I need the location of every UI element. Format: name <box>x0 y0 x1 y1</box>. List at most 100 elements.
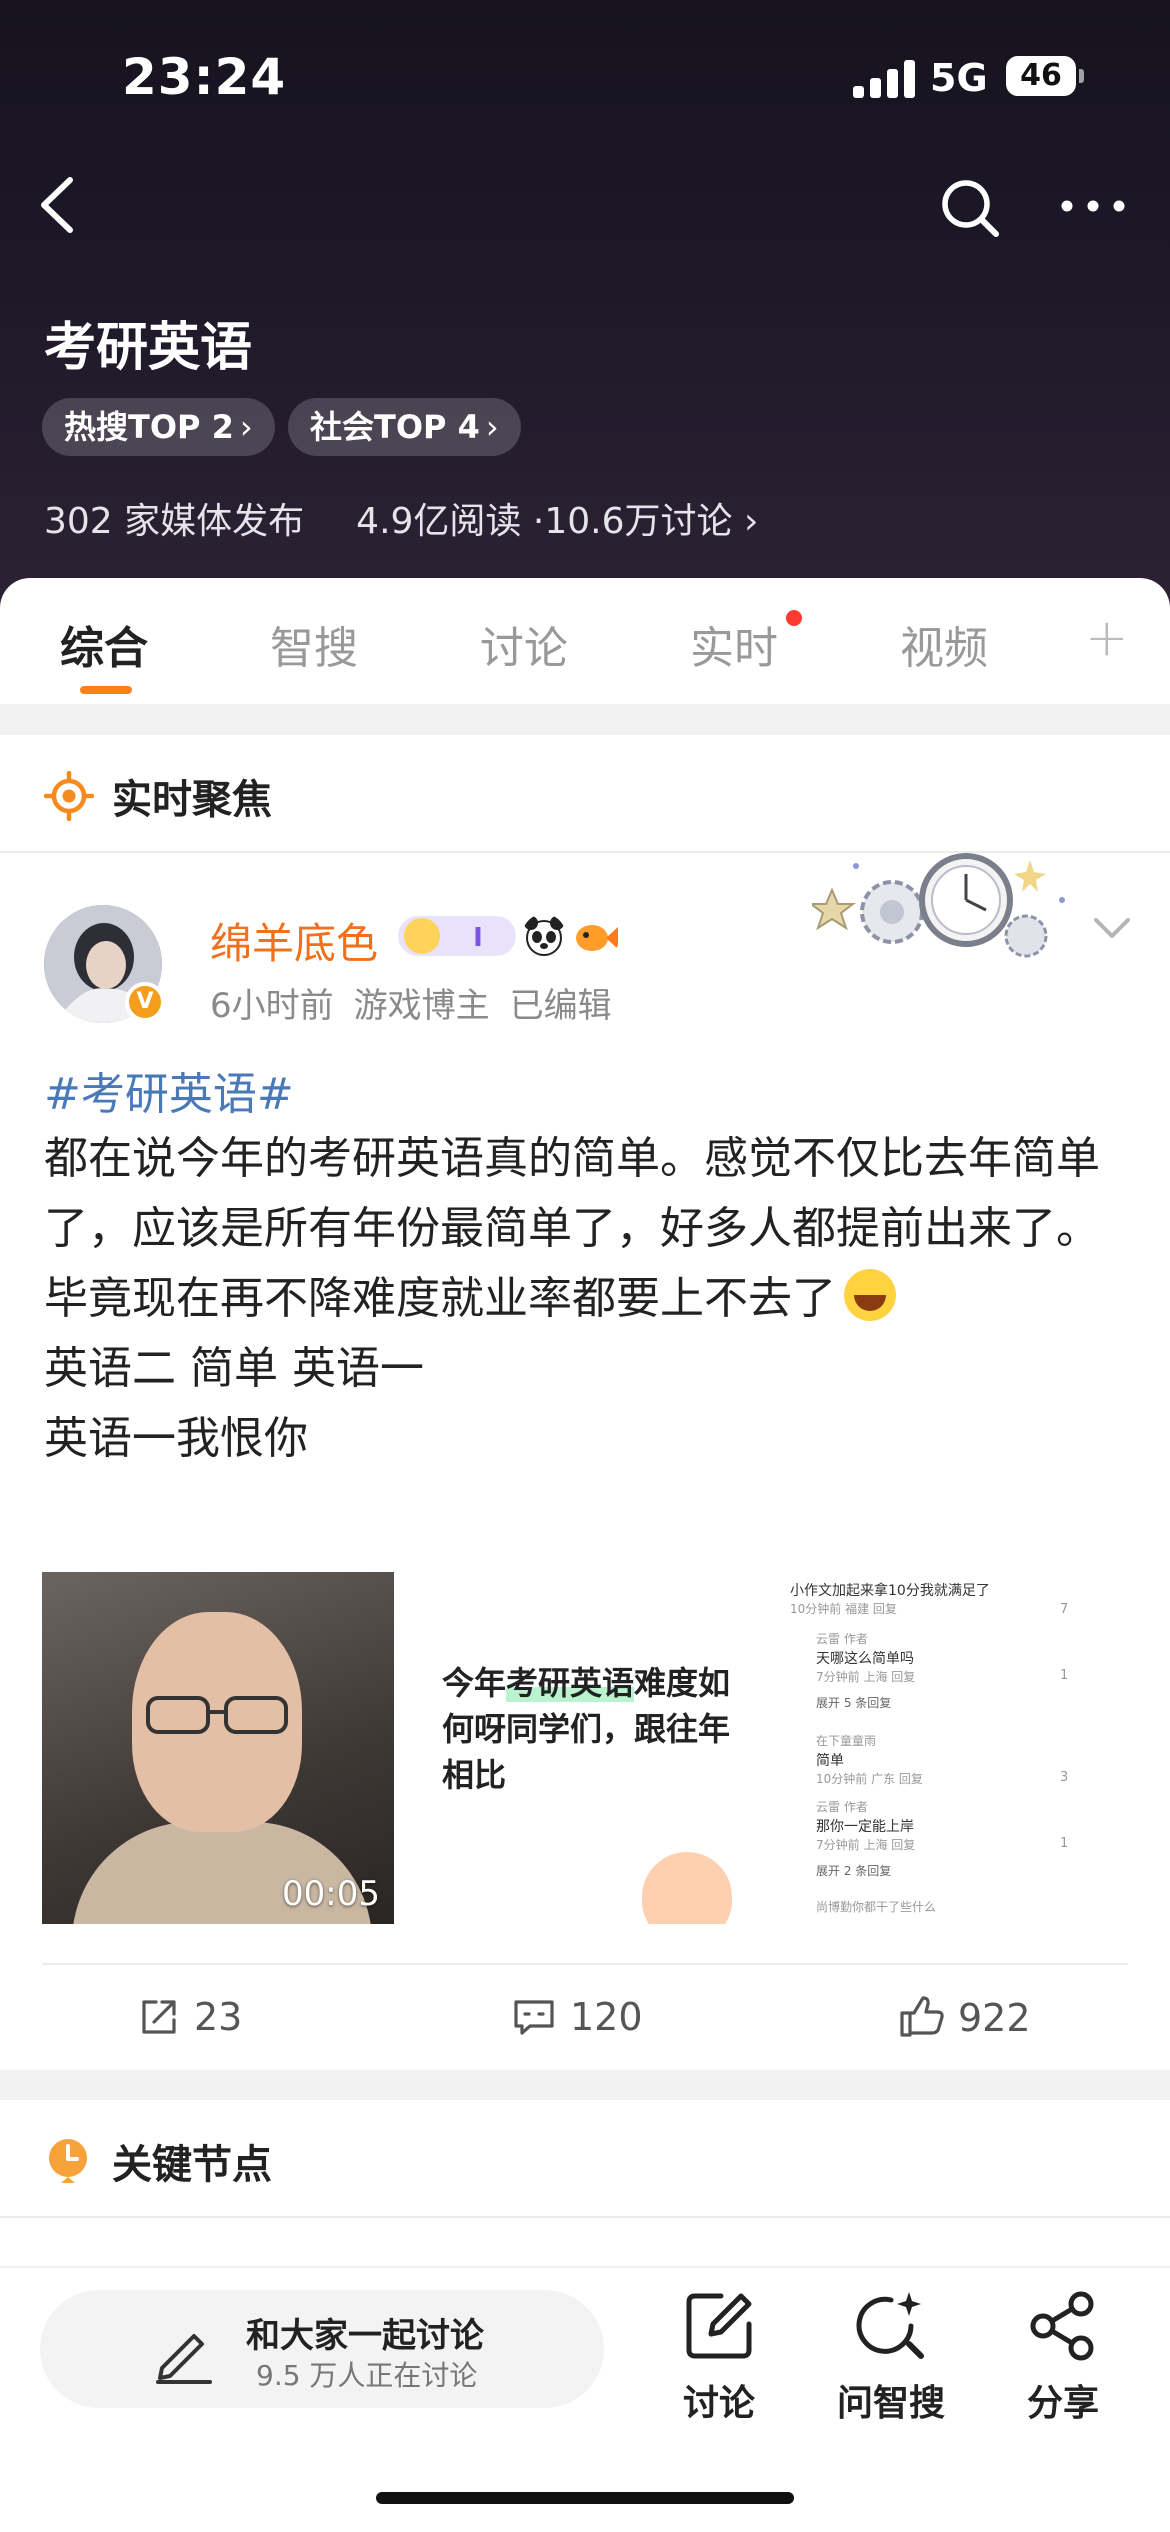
image-caption: 今年考研英语难度如何呀同学们，跟往年相比 <box>442 1660 742 1798</box>
repost-icon <box>142 2000 176 2034</box>
image-thumbnail-text[interactable]: 今年考研英语难度如何呀同学们，跟往年相比 <box>406 1572 758 1924</box>
topic-title: 考研英语 <box>44 318 253 378</box>
image-thumbnail-comments[interactable]: 小作文加起来拿10分我就满足了 10分钟前 福建 回复 云雷 作者 天哪这么简单… <box>770 1572 1128 1924</box>
mascot-icon <box>642 1852 732 1924</box>
signal-icon <box>853 60 915 98</box>
share-button[interactable]: 分享 <box>988 2288 1138 2426</box>
post-body: 都在说今年的考研英语真的简单。感觉不仅比去年简单了，应该是所有年份最简单了，好多… <box>44 1124 1134 1474</box>
comment-author: 在下童童雨 <box>816 1734 877 1748</box>
verified-badge: V <box>125 982 165 1022</box>
share-label: 分享 <box>1026 2383 1099 2424</box>
tab-comprehensive[interactable]: 综合 <box>60 612 148 676</box>
edited-label: 已编辑 <box>509 986 612 1026</box>
comment-icon <box>514 2000 554 2035</box>
comment-text: 小作文加起来拿10分我就满足了 <box>790 1583 990 1599</box>
comment-text: 简单 <box>816 1753 844 1769</box>
expand-replies: 展开 2 条回复 <box>816 1864 892 1878</box>
discuss-label: 讨论 <box>682 2383 755 2424</box>
add-tab-button[interactable]: + <box>1085 608 1129 668</box>
repost-button[interactable]: 23 <box>138 1995 242 2039</box>
comment-text: 那你一定能上岸 <box>816 1819 914 1835</box>
tab-discussion[interactable]: 讨论 <box>480 612 568 676</box>
chevron-left-icon <box>41 177 73 233</box>
tab-bar: 综合 智搜 讨论 实时 视频 + <box>0 578 1170 704</box>
home-indicator <box>376 2492 794 2504</box>
focus-target-icon <box>44 771 94 821</box>
expand-replies: 展开 5 条回复 <box>816 1696 892 1710</box>
video-thumbnail[interactable]: 00:05 <box>42 1572 394 1924</box>
society-rank-chip[interactable]: 社会TOP 4 › <box>288 398 521 456</box>
battery-icon: 46 <box>1006 56 1084 96</box>
chip-label: 热搜TOP 2 <box>64 408 234 446</box>
smart-search-icon <box>856 2292 924 2359</box>
comment-text: 天哪这么简单吗 <box>816 1651 914 1667</box>
active-tab-indicator <box>80 686 132 694</box>
search-icon <box>942 180 999 237</box>
panda-icon <box>524 916 564 956</box>
member-badge-icon: I <box>398 916 516 956</box>
section-title: 实时聚焦 <box>112 777 272 823</box>
image-caption-part: 今年 <box>442 1664 507 1702</box>
comment-count: 120 <box>570 1995 643 2039</box>
chip-label: 社会TOP 4 <box>310 408 480 446</box>
hot-search-chip[interactable]: 热搜TOP 2 › <box>42 398 275 456</box>
post-paragraph: 毕竟现在再不降难度就业率都要上不去了 <box>44 1264 1134 1334</box>
topic-stats[interactable]: 302 家媒体发布 4.9亿阅读 ·10.6万讨论 › <box>44 492 758 544</box>
chevron-right-icon: › <box>485 408 499 446</box>
search-button[interactable] <box>936 174 1006 244</box>
image-caption-highlight: 考研英语 <box>506 1664 635 1702</box>
discuss-input-button[interactable]: 和大家一起讨论 9.5 万人正在讨论 <box>40 2290 604 2408</box>
discuss-button[interactable]: 讨论 <box>644 2288 794 2426</box>
tab-realtime[interactable]: 实时 <box>690 612 778 676</box>
post-time: 6小时前 <box>210 986 334 1026</box>
share-icon <box>1030 2291 1094 2361</box>
edit-square-icon <box>686 2293 752 2359</box>
post-paragraph: 英语二 简单 英语一 <box>44 1343 424 1394</box>
thumbs-up-icon <box>900 1996 944 2037</box>
username[interactable]: 绵羊底色 <box>210 910 378 971</box>
read-count: 4.9亿阅读 <box>356 501 522 542</box>
post-meta: 6小时前 游戏博主 已编辑 <box>210 978 632 1027</box>
section-header: 关键节点 <box>0 2100 1170 2218</box>
post-hashtag[interactable]: #考研英语# <box>44 1058 294 1122</box>
ask-smart-search-button[interactable]: 问智搜 <box>816 2288 966 2426</box>
like-count: 922 <box>958 1996 1031 2040</box>
fish-icon <box>576 925 618 951</box>
comment-meta: 7分钟前 上海 回复 <box>816 1838 916 1852</box>
post-paragraph: 英语一我恨你 <box>44 1413 308 1464</box>
comment-like-count: 1 <box>1060 1836 1069 1851</box>
more-dots-icon <box>1061 200 1125 212</box>
comment-like-count: 1 <box>1060 1668 1069 1683</box>
repost-count: 23 <box>194 1995 243 2039</box>
author-role: 游戏博主 <box>353 986 490 1026</box>
svg-text:I: I <box>473 923 483 953</box>
tab-video[interactable]: 视频 <box>900 612 988 676</box>
chevron-down-icon[interactable] <box>1090 908 1134 948</box>
more-button[interactable] <box>1058 196 1128 216</box>
laughing-emoji-icon <box>844 1269 896 1321</box>
tab-smart-search[interactable]: 智搜 <box>270 612 358 676</box>
notification-dot <box>786 610 802 626</box>
video-duration: 00:05 <box>282 1874 380 1914</box>
discuss-title: 和大家一起讨论 <box>246 2316 484 2356</box>
like-button[interactable]: 922 <box>898 1995 1031 2040</box>
status-time: 23:24 <box>122 48 287 106</box>
ask-smart-search-label: 问智搜 <box>836 2383 945 2424</box>
comment-button[interactable]: 120 <box>512 1995 643 2039</box>
comment-text: 尚博勤你都干了些什么 <box>816 1900 937 1914</box>
topic-header: 23:24 5G 46 考研英语 热搜TOP 2 › 社会TOP 4 › 302 家… <box>0 0 1170 610</box>
comment-author: 云雷 作者 <box>816 1800 868 1814</box>
section-header: 实时聚焦 <box>0 735 1170 853</box>
clockwork-decoration-icon <box>812 853 1065 958</box>
clock-icon <box>49 2139 87 2183</box>
chevron-right-icon: › <box>743 501 759 542</box>
glasses-shape <box>146 1696 288 1734</box>
back-button[interactable] <box>30 170 90 240</box>
media-count: 302 家媒体发布 <box>44 501 305 542</box>
status-bar: 23:24 5G 46 <box>0 0 1170 150</box>
post-sentence: 毕竟现在再不降难度就业率都要上不去了 <box>44 1273 836 1324</box>
section-title: 关键节点 <box>112 2142 272 2188</box>
battery-level: 46 <box>1020 58 1062 93</box>
comment-like-count: 7 <box>1060 1602 1069 1617</box>
chevron-right-icon: › <box>239 408 253 446</box>
